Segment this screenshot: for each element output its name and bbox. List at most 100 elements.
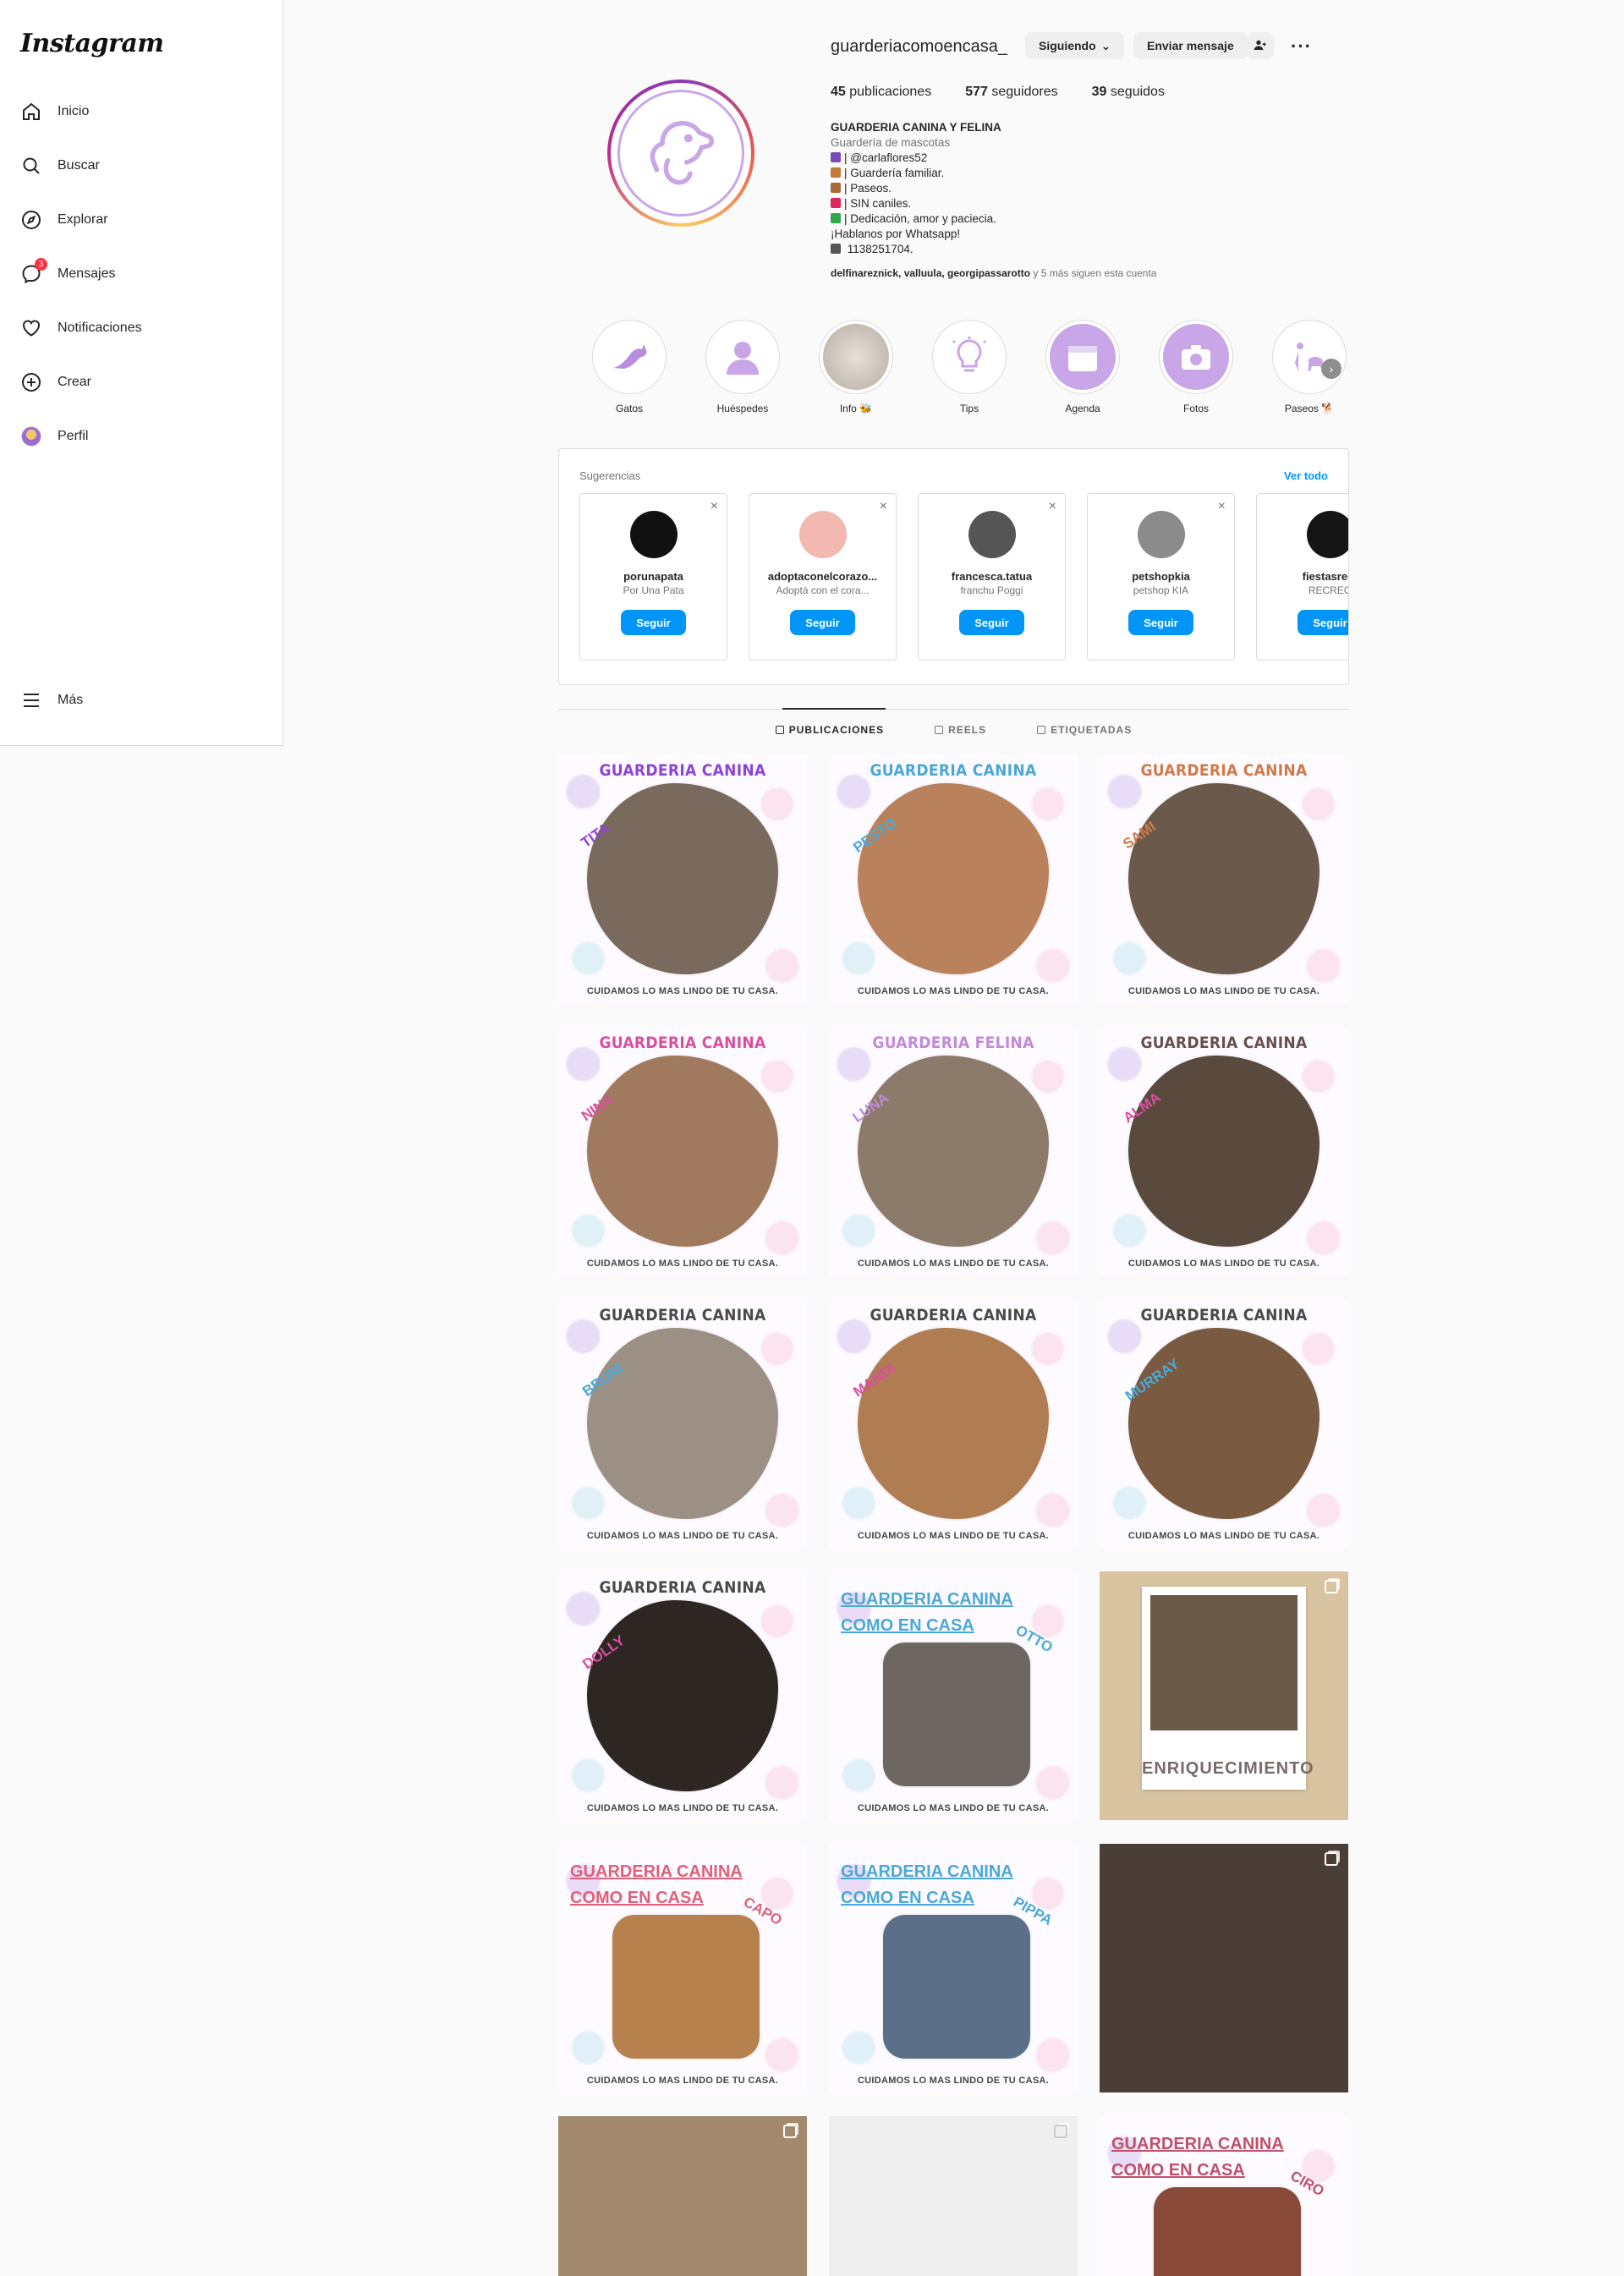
close-icon[interactable]: ×: [1049, 499, 1056, 514]
post-thumbnail[interactable]: GUARDERIA CANINA DOLLY CUIDAMOS LO MAS LIN…: [558, 1571, 807, 1820]
pet-photo: [858, 783, 1049, 974]
plus-square-icon: [20, 371, 42, 393]
post-footer: CUIDAMOS LO MAS LINDO DE TU CASA.: [586, 1259, 779, 1269]
followed-by[interactable]: delfinareznick, valluula, georgipassarot…: [831, 267, 1156, 279]
highlight-item[interactable]: Info 🐝: [819, 320, 893, 414]
avatar[interactable]: [1306, 511, 1348, 558]
suggestion-card[interactable]: × francesca.tatua franchu Poggi Seguir: [918, 493, 1066, 661]
post-title: GUARDERIA CANINA COMO EN CASA: [570, 1862, 743, 1907]
highlight-label: Gatos: [615, 403, 643, 414]
sidebar-item-buscar[interactable]: Buscar: [20, 147, 100, 184]
suggest-users-button[interactable]: [1247, 32, 1274, 59]
post-thumbnail[interactable]: GUARDERIA CANINA ALMA CUIDAMOS LO MAS LIND…: [1100, 1027, 1348, 1275]
more-options-icon[interactable]: ···: [1291, 36, 1312, 58]
follow-button[interactable]: Seguir: [959, 610, 1024, 635]
post-thumbnail[interactable]: GUARDERIA CANINA COMO EN CASA CIRO: [1100, 2116, 1348, 2276]
post-thumbnail[interactable]: GUARDERIA CANINA COMO EN CASA OTTO CUIDAMOS…: [829, 1571, 1078, 1820]
post-thumbnail[interactable]: GUARDERIA FELINA LUNA CUIDAMOS LO MAS LIND…: [829, 1027, 1078, 1275]
posts-count[interactable]: 45 publicaciones: [831, 85, 931, 100]
highlight-item[interactable]: Huéspedes: [705, 320, 780, 414]
post-footer: CUIDAMOS LO MAS LINDO DE TU CASA.: [1127, 1531, 1320, 1541]
suggestion-username[interactable]: fiestasrecr: [1303, 570, 1348, 583]
see-all-link[interactable]: Ver todo: [1284, 469, 1328, 482]
followers-count[interactable]: 577 seguidores: [965, 85, 1057, 100]
compass-icon: [20, 209, 42, 231]
following-count[interactable]: 39 seguidos: [1092, 85, 1165, 100]
post-thumbnail[interactable]: GUARDERIA CANINA MURRAY CUIDAMOS LO MAS LI…: [1100, 1299, 1348, 1548]
post-thumbnail[interactable]: GUARDERIA CANINA MANDI CUIDAMOS LO MAS LIN…: [829, 1299, 1078, 1548]
close-icon[interactable]: ×: [710, 499, 718, 514]
sidebar-item-crear[interactable]: Crear: [20, 364, 91, 401]
suggestion-card[interactable]: × adoptaconelcorazo... Adoptá con el cora.…: [749, 493, 897, 661]
following-button[interactable]: Siguiendo ⌄: [1025, 32, 1125, 59]
follow-button[interactable]: Seguir: [1128, 610, 1193, 635]
post-footer: CUIDAMOS LO MAS LINDO DE TU CASA.: [586, 986, 779, 996]
post-thumbnail[interactable]: [558, 2116, 807, 2276]
sidebar-item-perfil[interactable]: Perfil: [20, 418, 88, 455]
send-message-button[interactable]: Enviar mensaje: [1133, 32, 1248, 59]
suggestion-card[interactable]: × petshopkia petshop KIA Seguir: [1087, 493, 1235, 661]
instagram-logo[interactable]: Instagram: [20, 29, 164, 58]
profile-picture[interactable]: [607, 80, 754, 227]
suggestion-fullname: petshop KIA: [1133, 584, 1189, 596]
post-title: GUARDERIA CANINA COMO EN CASA: [841, 1862, 1013, 1907]
carousel-icon: [1325, 1580, 1338, 1593]
pet-photo: [587, 1056, 778, 1247]
sidebar-item-notificaciones[interactable]: Notificaciones: [20, 310, 142, 347]
bio-line: 1138251704.: [831, 242, 1254, 257]
sidebar-item-label: Mensajes: [58, 266, 116, 281]
tab-reels[interactable]: REELS: [935, 724, 986, 736]
post-thumbnail[interactable]: GUARDERIA CANINA SAMI CUIDAMOS LO MAS LIND…: [1100, 754, 1348, 1003]
post-thumbnail[interactable]: [829, 2116, 1078, 2276]
suggestion-username[interactable]: petshopkia: [1132, 570, 1190, 583]
reels-icon: [935, 726, 944, 734]
close-icon[interactable]: ×: [1218, 499, 1226, 514]
dog-walk-icon: [1276, 324, 1342, 390]
highlight-item[interactable]: Tips: [932, 320, 1007, 414]
avatar[interactable]: [968, 511, 1016, 558]
post-thumbnail[interactable]: GUARDERIA CANINA PESTO CUIDAMOS LO MAS LIN…: [829, 754, 1078, 1003]
sidebar-item-inicio[interactable]: Inicio: [20, 93, 89, 130]
sidebar-item-label: Inicio: [58, 104, 90, 118]
avatar[interactable]: [1137, 511, 1185, 558]
post-title: GUARDERIA FELINA: [872, 1034, 1034, 1052]
pet-photo: [1128, 1056, 1320, 1247]
post-thumbnail[interactable]: GUARDERIA CANINA TITA CUIDAMOS LO MAS LIND…: [558, 754, 807, 1003]
sidebar-item-mas[interactable]: Más: [20, 682, 83, 719]
chevron-right-icon[interactable]: ›: [1321, 359, 1341, 379]
suggestion-fullname: Adoptá con el cora...: [776, 584, 870, 596]
post-title: GUARDERIA CANINA: [1140, 761, 1308, 780]
follow-button[interactable]: Seguir: [790, 610, 855, 635]
follow-button[interactable]: Seguir: [1298, 610, 1348, 635]
suggestion-username[interactable]: adoptaconelcorazo...: [768, 570, 877, 583]
post-thumbnail[interactable]: GUARDERIA CANINA NINA CUIDAMOS LO MAS LIND…: [558, 1027, 807, 1275]
post-thumbnail[interactable]: ENRIQUECIMIENTO: [1100, 1571, 1348, 1820]
suggestion-card[interactable]: × porunapata Por Una Pata Seguir: [579, 493, 727, 661]
follow-button[interactable]: Seguir: [621, 610, 686, 635]
tab-etiquetadas[interactable]: ETIQUETADAS: [1037, 724, 1132, 736]
suggestion-username[interactable]: porunapata: [623, 570, 683, 583]
tab-publicaciones[interactable]: PUBLICACIONES: [775, 724, 884, 736]
avatar[interactable]: [629, 511, 678, 558]
highlight-ring: [1045, 320, 1120, 394]
highlight-item[interactable]: Gatos: [592, 320, 667, 414]
sidebar-item-explorar[interactable]: Explorar: [20, 201, 108, 239]
suggestion-fullname: Por Una Pata: [623, 584, 684, 596]
sidebar-item-label: Buscar: [58, 158, 100, 173]
post-thumbnail[interactable]: [1100, 1844, 1348, 2092]
pet-photo: [1154, 2187, 1301, 2276]
posts-grid: GUARDERIA CANINA TITA CUIDAMOS LO MAS LIND…: [558, 754, 1349, 2276]
post-thumbnail[interactable]: GUARDERIA CANINA COMO EN CASA PIPPA CUIDAMO…: [829, 1844, 1078, 2092]
bio-line: | SIN caniles.: [831, 196, 1254, 211]
suggestion-card[interactable]: ×fiestasrecrRECREOSeguir: [1256, 493, 1348, 661]
highlight-item[interactable]: Agenda: [1045, 320, 1120, 414]
post-thumbnail[interactable]: GUARDERIA CANINA COMO EN CASA CAPO CUIDAMOS…: [558, 1844, 807, 2092]
close-icon[interactable]: ×: [880, 499, 887, 514]
suggestion-username[interactable]: francesca.tatua: [952, 570, 1032, 583]
cat-photo: [1150, 1595, 1298, 1730]
post-thumbnail[interactable]: GUARDERIA CANINA BRUNI CUIDAMOS LO MAS LIN…: [558, 1299, 807, 1548]
sidebar-item-label: Crear: [58, 375, 92, 389]
sidebar-item-mensajes[interactable]: 3 Mensajes: [20, 255, 115, 293]
highlight-item[interactable]: Fotos: [1159, 320, 1233, 414]
avatar[interactable]: [798, 511, 847, 558]
